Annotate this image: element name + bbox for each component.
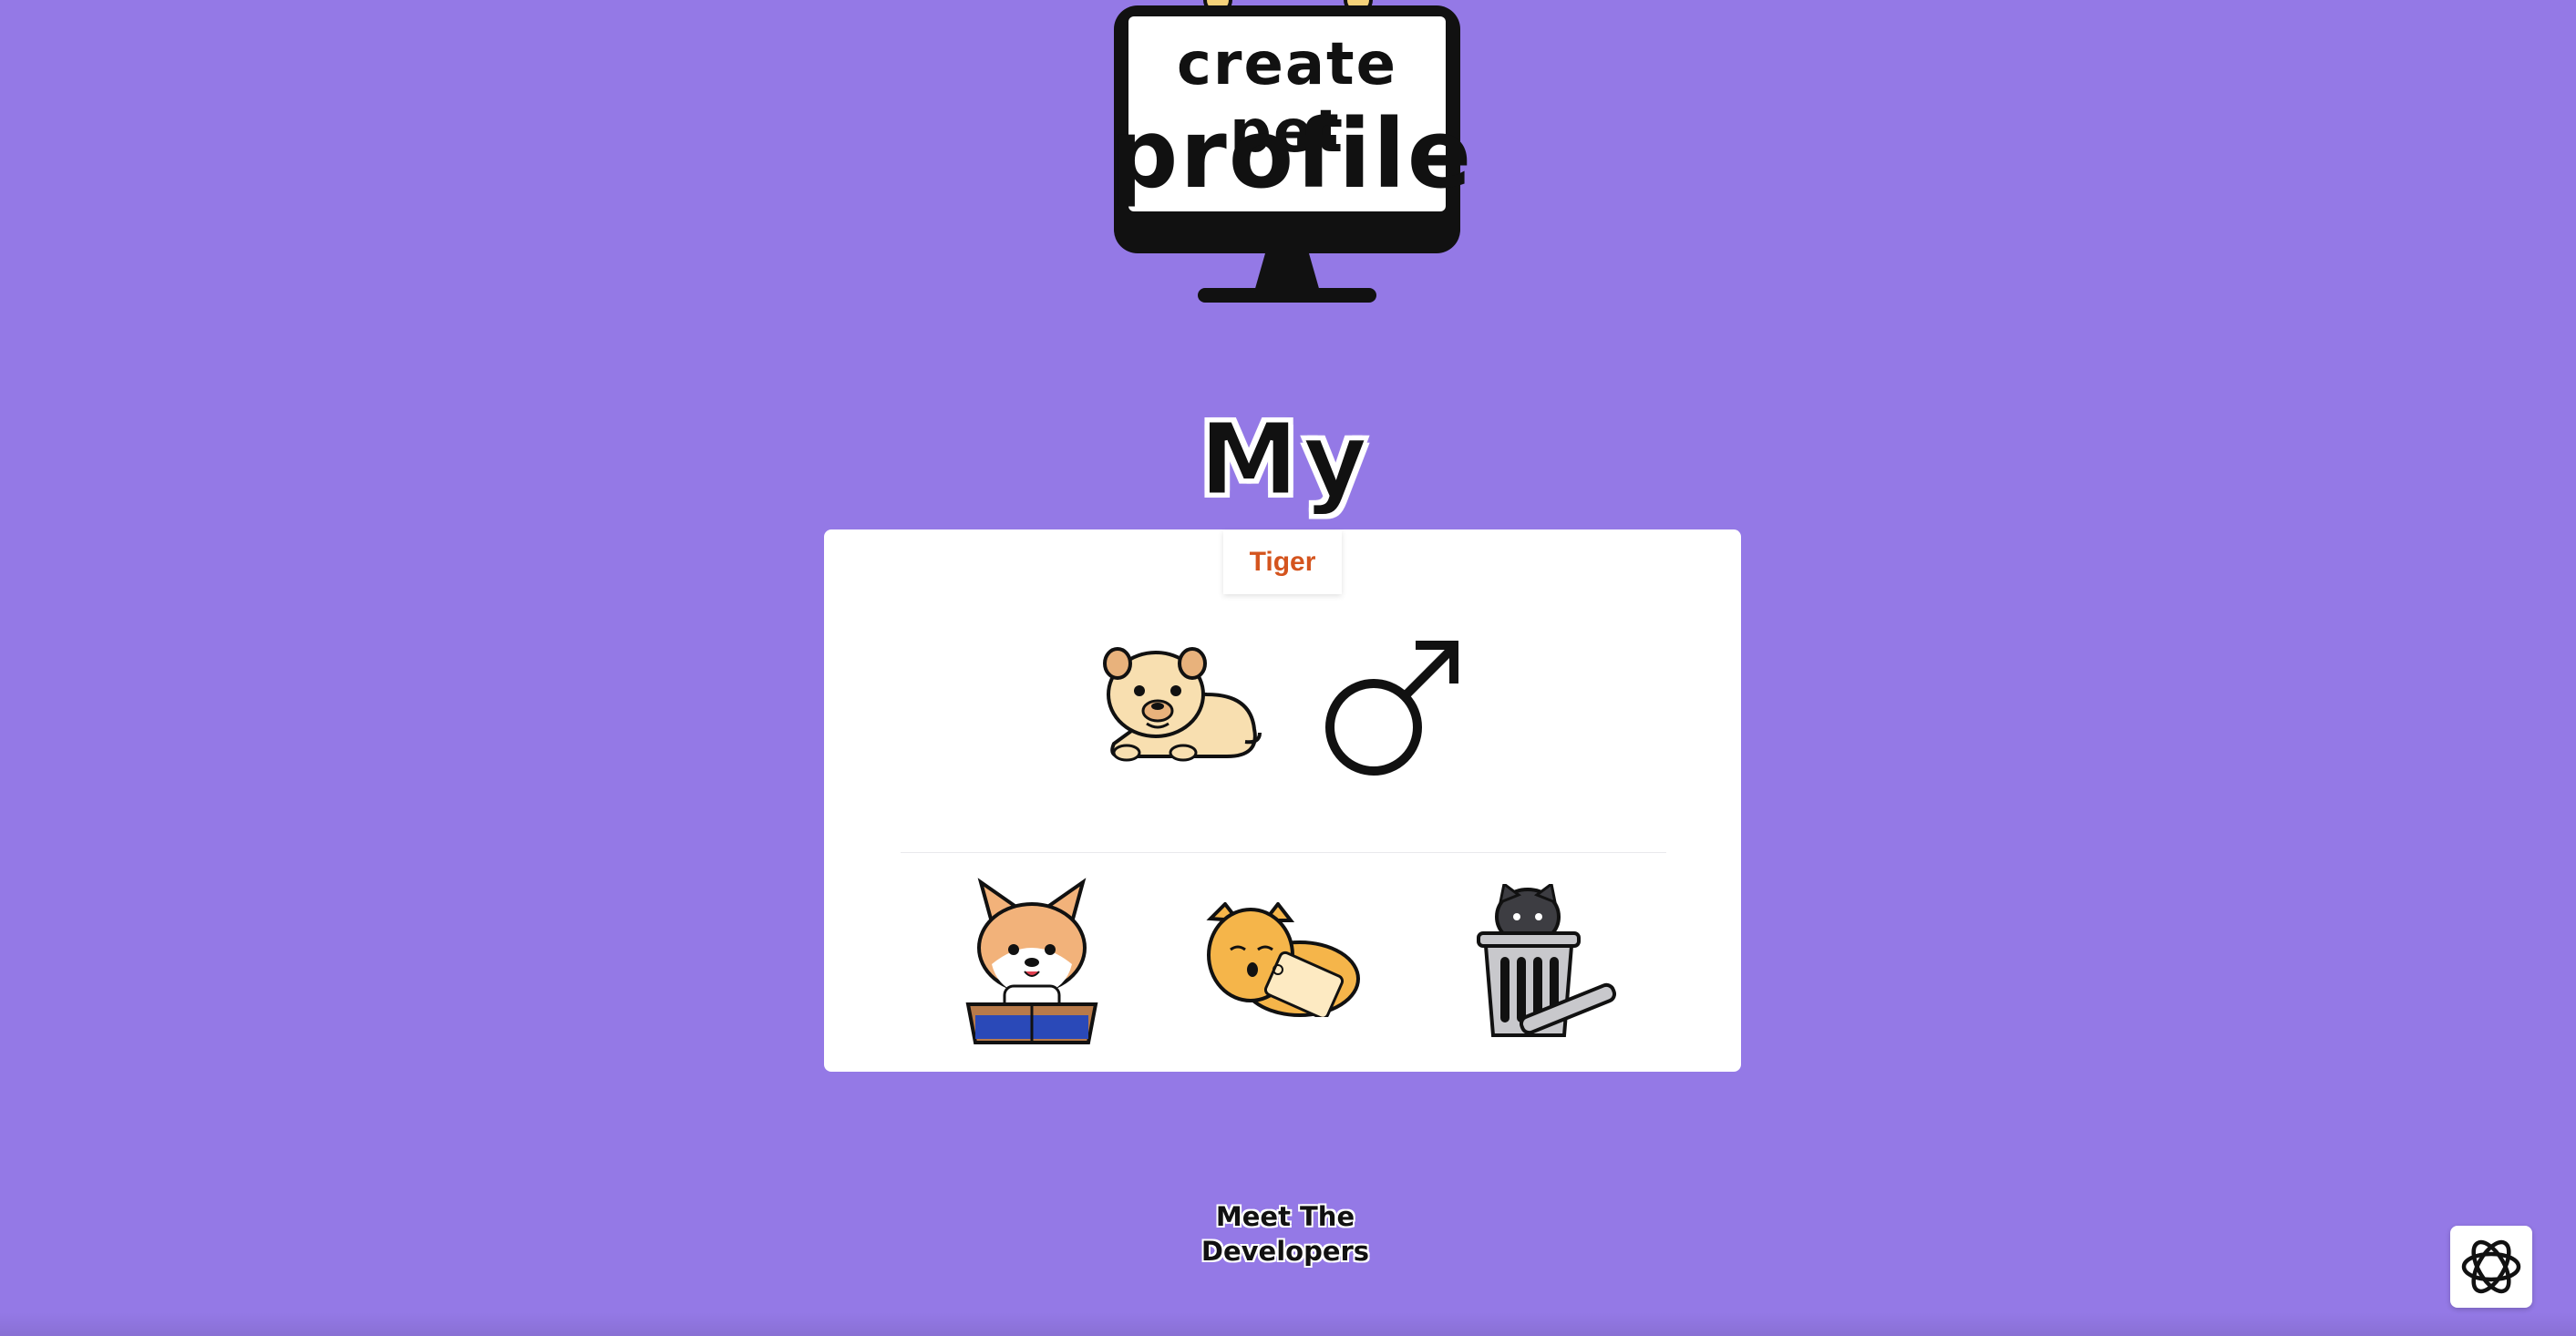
chatgpt-extension-button[interactable]: [2450, 1226, 2532, 1308]
delete-pet-button[interactable]: [1477, 884, 1619, 1041]
card-divider: [901, 852, 1666, 853]
developers-link-line1: Meet The: [1215, 1201, 1355, 1232]
profile-label: profile: [1110, 98, 1474, 210]
meet-the-developers-link[interactable]: Meet The Developers: [1176, 1199, 1395, 1269]
edit-pet-button[interactable]: [1205, 902, 1362, 1017]
feeding-schedule-button[interactable]: [964, 877, 1099, 1044]
developers-link-line2: Developers: [1200, 1236, 1370, 1267]
male-symbol-icon: [1317, 636, 1463, 777]
openai-icon: [2461, 1239, 2521, 1294]
pug-puppy-image: [1099, 642, 1262, 764]
bottom-shadow: [0, 1312, 2576, 1336]
pet-name-tab[interactable]: Tiger: [1223, 530, 1342, 594]
create-pet-profile-button[interactable]: create pet profile: [1110, 0, 1474, 304]
